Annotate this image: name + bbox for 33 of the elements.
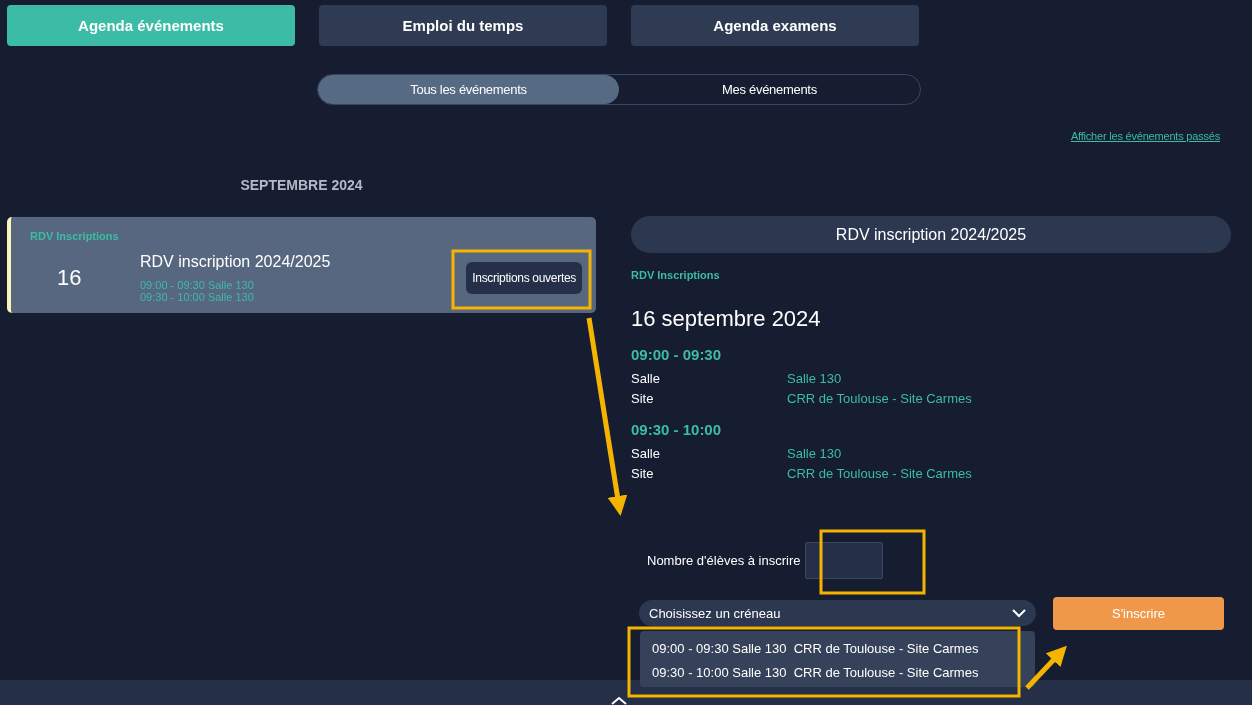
dropdown-option[interactable]: 09:30 - 10:00 Salle 130 CRR de Toulouse - Site Carmes [640, 661, 1035, 685]
detail-date: 16 septembre 2024 [631, 306, 822, 332]
count-label: Nombre d'élèves à inscrire [647, 553, 801, 568]
event-title: RDV inscription 2024/2025 [140, 252, 332, 271]
field-label: Site [631, 465, 655, 483]
chevron-up-icon[interactable] [611, 696, 627, 705]
event-card[interactable]: RDV Inscriptions 16 RDV inscription 2024/2025 09:00 - 09:30 Salle 130 09:30 - 10:00 Salle 130 Inscriptions ouvertes [7, 217, 596, 313]
field-value: CRR de Toulouse - Site Carmes [787, 465, 973, 483]
month-heading: SEPTEMBRE 2024 [239, 177, 364, 193]
field-value: CRR de Toulouse - Site Carmes [787, 390, 973, 408]
event-category: RDV Inscriptions [30, 229, 120, 242]
session-time: 09:00 - 09:30 [631, 346, 723, 363]
field-value: Salle 130 [787, 445, 843, 463]
event-day: 16 [30, 264, 140, 291]
filter-tab[interactable]: Mes événements [619, 75, 920, 104]
annotation-arrow [1025, 645, 1067, 690]
tab[interactable]: Agenda examens [631, 5, 919, 46]
detail-title: RDV inscription 2024/2025 [631, 216, 1231, 253]
dropdown-option[interactable]: 09:00 - 09:30 Salle 130 CRR de Toulouse - Site Carmes [640, 637, 1035, 661]
event-slot: 09:00 - 09:30 Salle 130 [140, 278, 467, 291]
event-slot: 09:30 - 10:00 Salle 130 [140, 290, 467, 303]
status-button[interactable]: Inscriptions ouvertes [466, 261, 582, 294]
field-label: Salle [631, 370, 661, 388]
field-label: Site [631, 390, 655, 408]
field-value: Salle 130 [787, 370, 843, 388]
filter-tab[interactable]: Tous les événements [318, 75, 619, 104]
detail-category: RDV Inscriptions [631, 269, 721, 281]
tab[interactable]: Emploi du temps [319, 5, 607, 46]
chevron-down-icon [1012, 608, 1026, 618]
session-time: 09:30 - 10:00 [631, 421, 723, 438]
count-field[interactable] [804, 542, 883, 579]
past-events-link[interactable]: Afficher les événements passés [0, 130, 1252, 142]
field-label: Salle [631, 445, 661, 463]
